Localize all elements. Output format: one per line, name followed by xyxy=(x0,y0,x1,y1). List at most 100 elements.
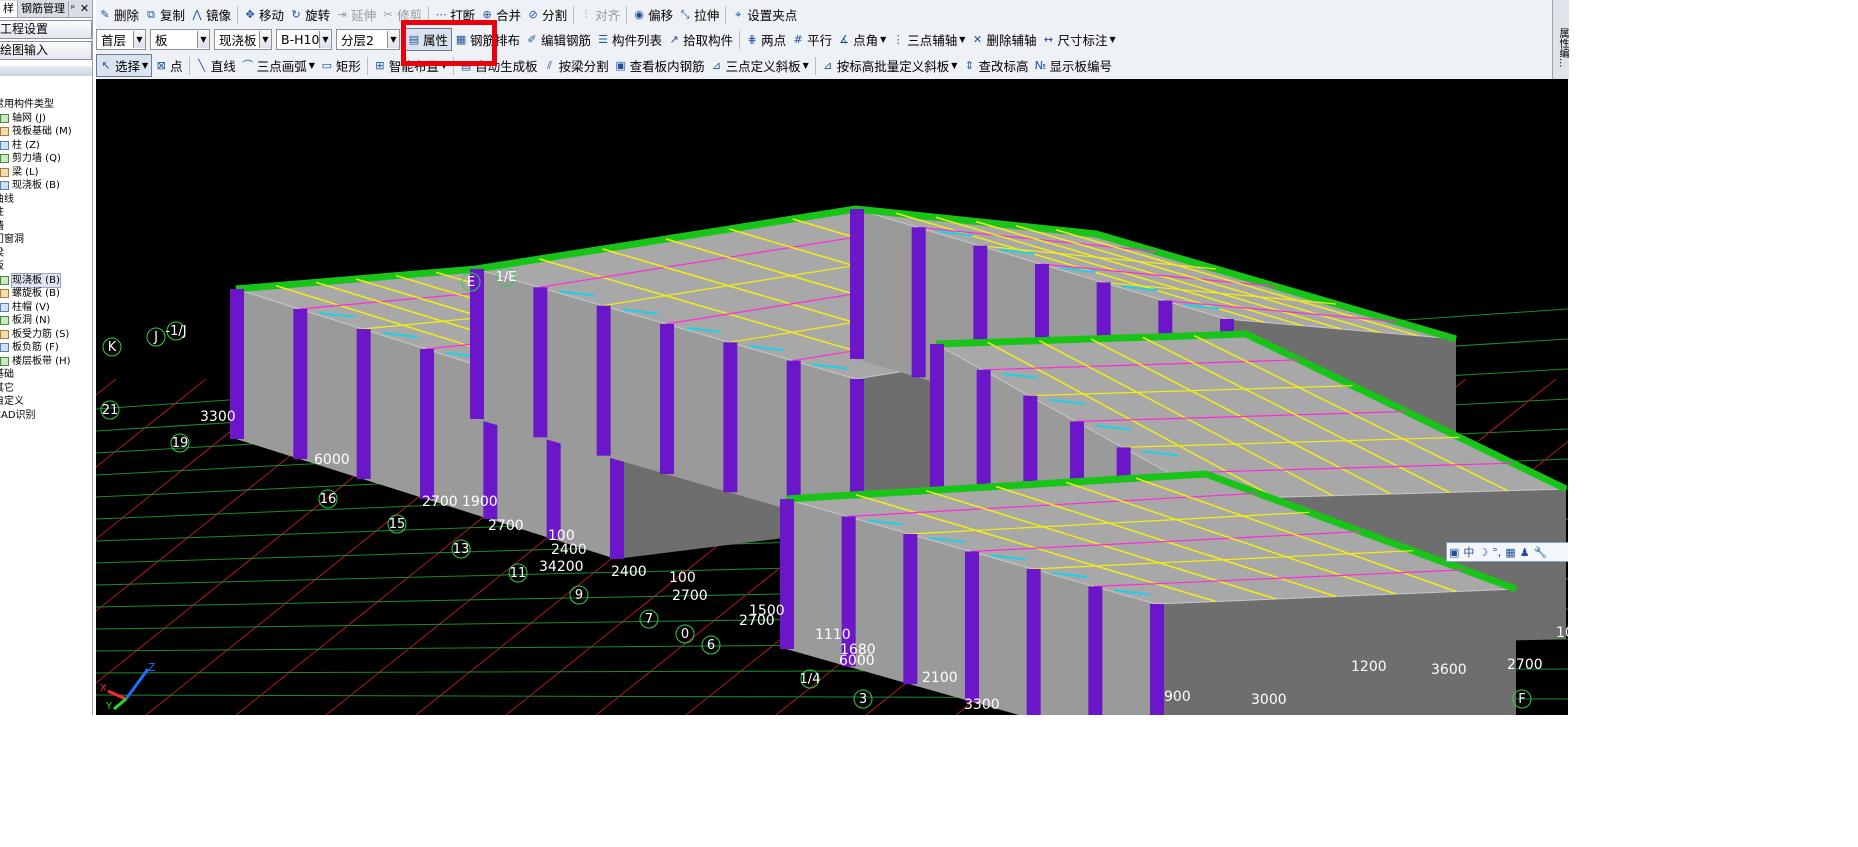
ime-logo-icon[interactable]: ▣ xyxy=(1447,546,1461,559)
tree-item[interactable]: CAD识别 xyxy=(0,409,92,423)
stretch-button[interactable]: ⤡ 拉伸 xyxy=(676,4,722,25)
tree-item[interactable]: 板受力筋 (S) xyxy=(0,328,92,342)
extend-icon: ⇥ xyxy=(337,7,347,21)
tree-item[interactable]: 轴网 (J) xyxy=(0,112,92,126)
dimension-button[interactable]: ↔ 尺寸标注 ▼ xyxy=(1039,29,1118,50)
parallel-button[interactable]: # 平行 xyxy=(789,29,835,50)
tree-item[interactable]: 其它 xyxy=(0,382,92,396)
tree-item[interactable]: 柱帽 (V) xyxy=(0,301,92,315)
ime-user-icon[interactable]: ♟ xyxy=(1518,546,1532,559)
pin-icon[interactable]: ᵖ xyxy=(69,4,77,14)
chevron-down-icon[interactable]: ▼ xyxy=(309,61,315,70)
split-button[interactable]: ⊘ 分割 xyxy=(524,4,570,25)
tree-item[interactable]: 板 xyxy=(0,260,92,274)
chevron-down-icon[interactable]: ▼ xyxy=(1109,35,1115,44)
select-button[interactable]: ↖ 选择 ▼ xyxy=(96,54,153,77)
tree-item[interactable]: 剪力墙 (Q) xyxy=(0,152,92,166)
chevron-down-icon[interactable]: ▼ xyxy=(880,35,886,44)
delete-button[interactable]: ✎ 删除 xyxy=(96,4,142,25)
property-editor-tab[interactable]: 属性编... xyxy=(1553,0,1570,68)
tree-item[interactable]: 现浇板 (B) xyxy=(0,179,92,193)
list-button[interactable]: ☰ 构件列表 xyxy=(594,29,665,50)
line-button[interactable]: ╲ 直线 xyxy=(193,55,239,76)
tree-item[interactable]: 板洞 (N) xyxy=(0,314,92,328)
tree-item-label: 其它 xyxy=(0,382,14,394)
toolbar-separator xyxy=(739,30,741,49)
ime-keyboard-icon[interactable]: ▦ xyxy=(1503,546,1517,559)
rebar-icon xyxy=(0,329,9,339)
model-scene[interactable]: K J -1/J E 1/E 21 19 16 15 13 11 9 7 6 0 3 1/4 F 3300 6000 2… xyxy=(96,79,1568,715)
three-point-axis-button[interactable]: ⋮ 三点辅轴 ▼ xyxy=(889,29,968,50)
column xyxy=(420,349,434,499)
two-point-button[interactable]: ⋕ 两点 xyxy=(743,29,789,50)
close-icon[interactable]: ✕ xyxy=(77,2,92,15)
copy-button[interactable]: ⧉ 复制 xyxy=(142,4,188,25)
point-icon: ⊠ xyxy=(156,58,166,72)
ime-moon-icon[interactable]: ☽ xyxy=(1476,546,1490,559)
tree-item[interactable]: 曲线 xyxy=(0,193,92,207)
elevation-button[interactable]: ⇕ 查改标高 xyxy=(960,55,1031,76)
axis-label: 7 xyxy=(645,612,653,627)
grip-button[interactable]: ⌖ 设置夹点 xyxy=(729,4,800,25)
move-button[interactable]: ✥ 移动 xyxy=(241,4,287,25)
3d-viewport[interactable]: K J -1/J E 1/E 21 19 16 15 13 11 9 7 6 0 3 1/4 F 3300 6000 2… xyxy=(96,79,1568,715)
dimension-label: 100 xyxy=(669,570,696,586)
column xyxy=(1150,604,1164,715)
tree-item[interactable]: 梁 xyxy=(0,247,92,261)
tree-item-label: 楼层板带 (H) xyxy=(12,355,71,367)
chevron-down-icon[interactable]: ▼ xyxy=(803,61,809,70)
tree-item[interactable]: 板负筋 (F) xyxy=(0,341,92,355)
ime-mode-button[interactable]: 中 xyxy=(1461,544,1476,560)
view-rebar-button[interactable]: ▣ 查看板内钢筋 xyxy=(612,55,708,76)
tree-item[interactable]: 门窗洞 xyxy=(0,233,92,247)
tree-item[interactable]: 自定义 xyxy=(0,395,92,409)
tree-item[interactable]: 柱 xyxy=(0,206,92,220)
category-select[interactable]: 板 ▼ xyxy=(150,29,210,50)
point-button[interactable]: ⊠ 点 xyxy=(152,55,186,76)
ime-settings-icon[interactable]: 🔧 xyxy=(1532,546,1550,559)
point-angle-button[interactable]: ∡ 点角 ▼ xyxy=(835,29,889,50)
mirror-button[interactable]: ⋀ 镜像 xyxy=(188,4,234,25)
offset-button[interactable]: ◉ 偏移 xyxy=(630,4,676,25)
chevron-down-icon[interactable]: ▼ xyxy=(959,35,965,44)
delete-axis-button[interactable]: ✕ 删除辅轴 xyxy=(968,29,1039,50)
sloped-slab-button[interactable]: ⊿ 三点定义斜板 ▼ xyxy=(708,55,812,76)
floor-select[interactable]: 首层 ▼ xyxy=(96,29,146,50)
tree-item[interactable]: 现浇板 (B) xyxy=(0,272,92,288)
arc-button[interactable]: ⌒ 三点画弧 ▼ xyxy=(239,55,318,76)
tree-item[interactable]: 墙 xyxy=(0,220,92,234)
edit-rebar-button[interactable]: ✐ 编辑钢筋 xyxy=(523,29,594,50)
label-button[interactable]: № 显示板编号 xyxy=(1031,55,1115,76)
layer-select[interactable]: 分层2 ▼ xyxy=(336,29,400,50)
component-select[interactable]: B-H100▼ xyxy=(276,29,332,50)
align-button[interactable]: ⫶ 对齐 xyxy=(577,4,623,25)
dimension-label: 100 xyxy=(1556,625,1568,641)
drawing-input-button[interactable]: 绘图输入 xyxy=(0,41,92,60)
beam-split-button[interactable]: ⫽ 按梁分割 xyxy=(541,55,612,76)
property-side-panel[interactable]: 属性编... xyxy=(1552,0,1569,79)
tab-modules[interactable]: 样 xyxy=(0,0,18,17)
ime-punct-button[interactable]: °, xyxy=(1490,546,1503,559)
chevron-down-icon[interactable]: ▼ xyxy=(142,61,148,70)
tree-item[interactable]: 基础 xyxy=(0,368,92,382)
tree-item[interactable]: 螺旋板 (B) xyxy=(0,287,92,301)
ime-toolbar[interactable]: ▣ 中 ☽ °, ▦ ♟ 🔧 xyxy=(1446,542,1568,562)
batch-slope-button[interactable]: ⊿ 按标高批量定义斜板 ▼ xyxy=(819,55,961,76)
tree-item[interactable]: 梁 (L) xyxy=(0,166,92,180)
pick-button[interactable]: ↗ 拾取构件 xyxy=(665,29,736,50)
chevron-down-icon[interactable]: ▼ xyxy=(951,61,957,70)
stretch-icon: ⤡ xyxy=(680,7,690,21)
tree-item[interactable]: 常用构件类型 xyxy=(0,98,92,112)
tree-item[interactable]: 楼层板带 (H) xyxy=(0,355,92,369)
tree-item[interactable]: 柱 (Z) xyxy=(0,139,92,153)
tree-item-label: 自定义 xyxy=(0,396,24,407)
tree-item[interactable]: 筏板基础 (M) xyxy=(0,125,92,139)
rotate-button[interactable]: ↻ 旋转 xyxy=(287,4,333,25)
tree-item-label: 墙 xyxy=(0,220,4,234)
tab-rebar-management[interactable]: 钢筋管理 xyxy=(18,0,69,17)
rect-button[interactable]: ▭ 矩形 xyxy=(318,55,364,76)
type-select[interactable]: 现浇板 ▼ xyxy=(214,29,272,50)
cap-icon xyxy=(0,302,9,312)
extend-button[interactable]: ⇥ 延伸 xyxy=(333,4,379,25)
project-settings-button[interactable]: 工程设置 xyxy=(0,20,92,39)
